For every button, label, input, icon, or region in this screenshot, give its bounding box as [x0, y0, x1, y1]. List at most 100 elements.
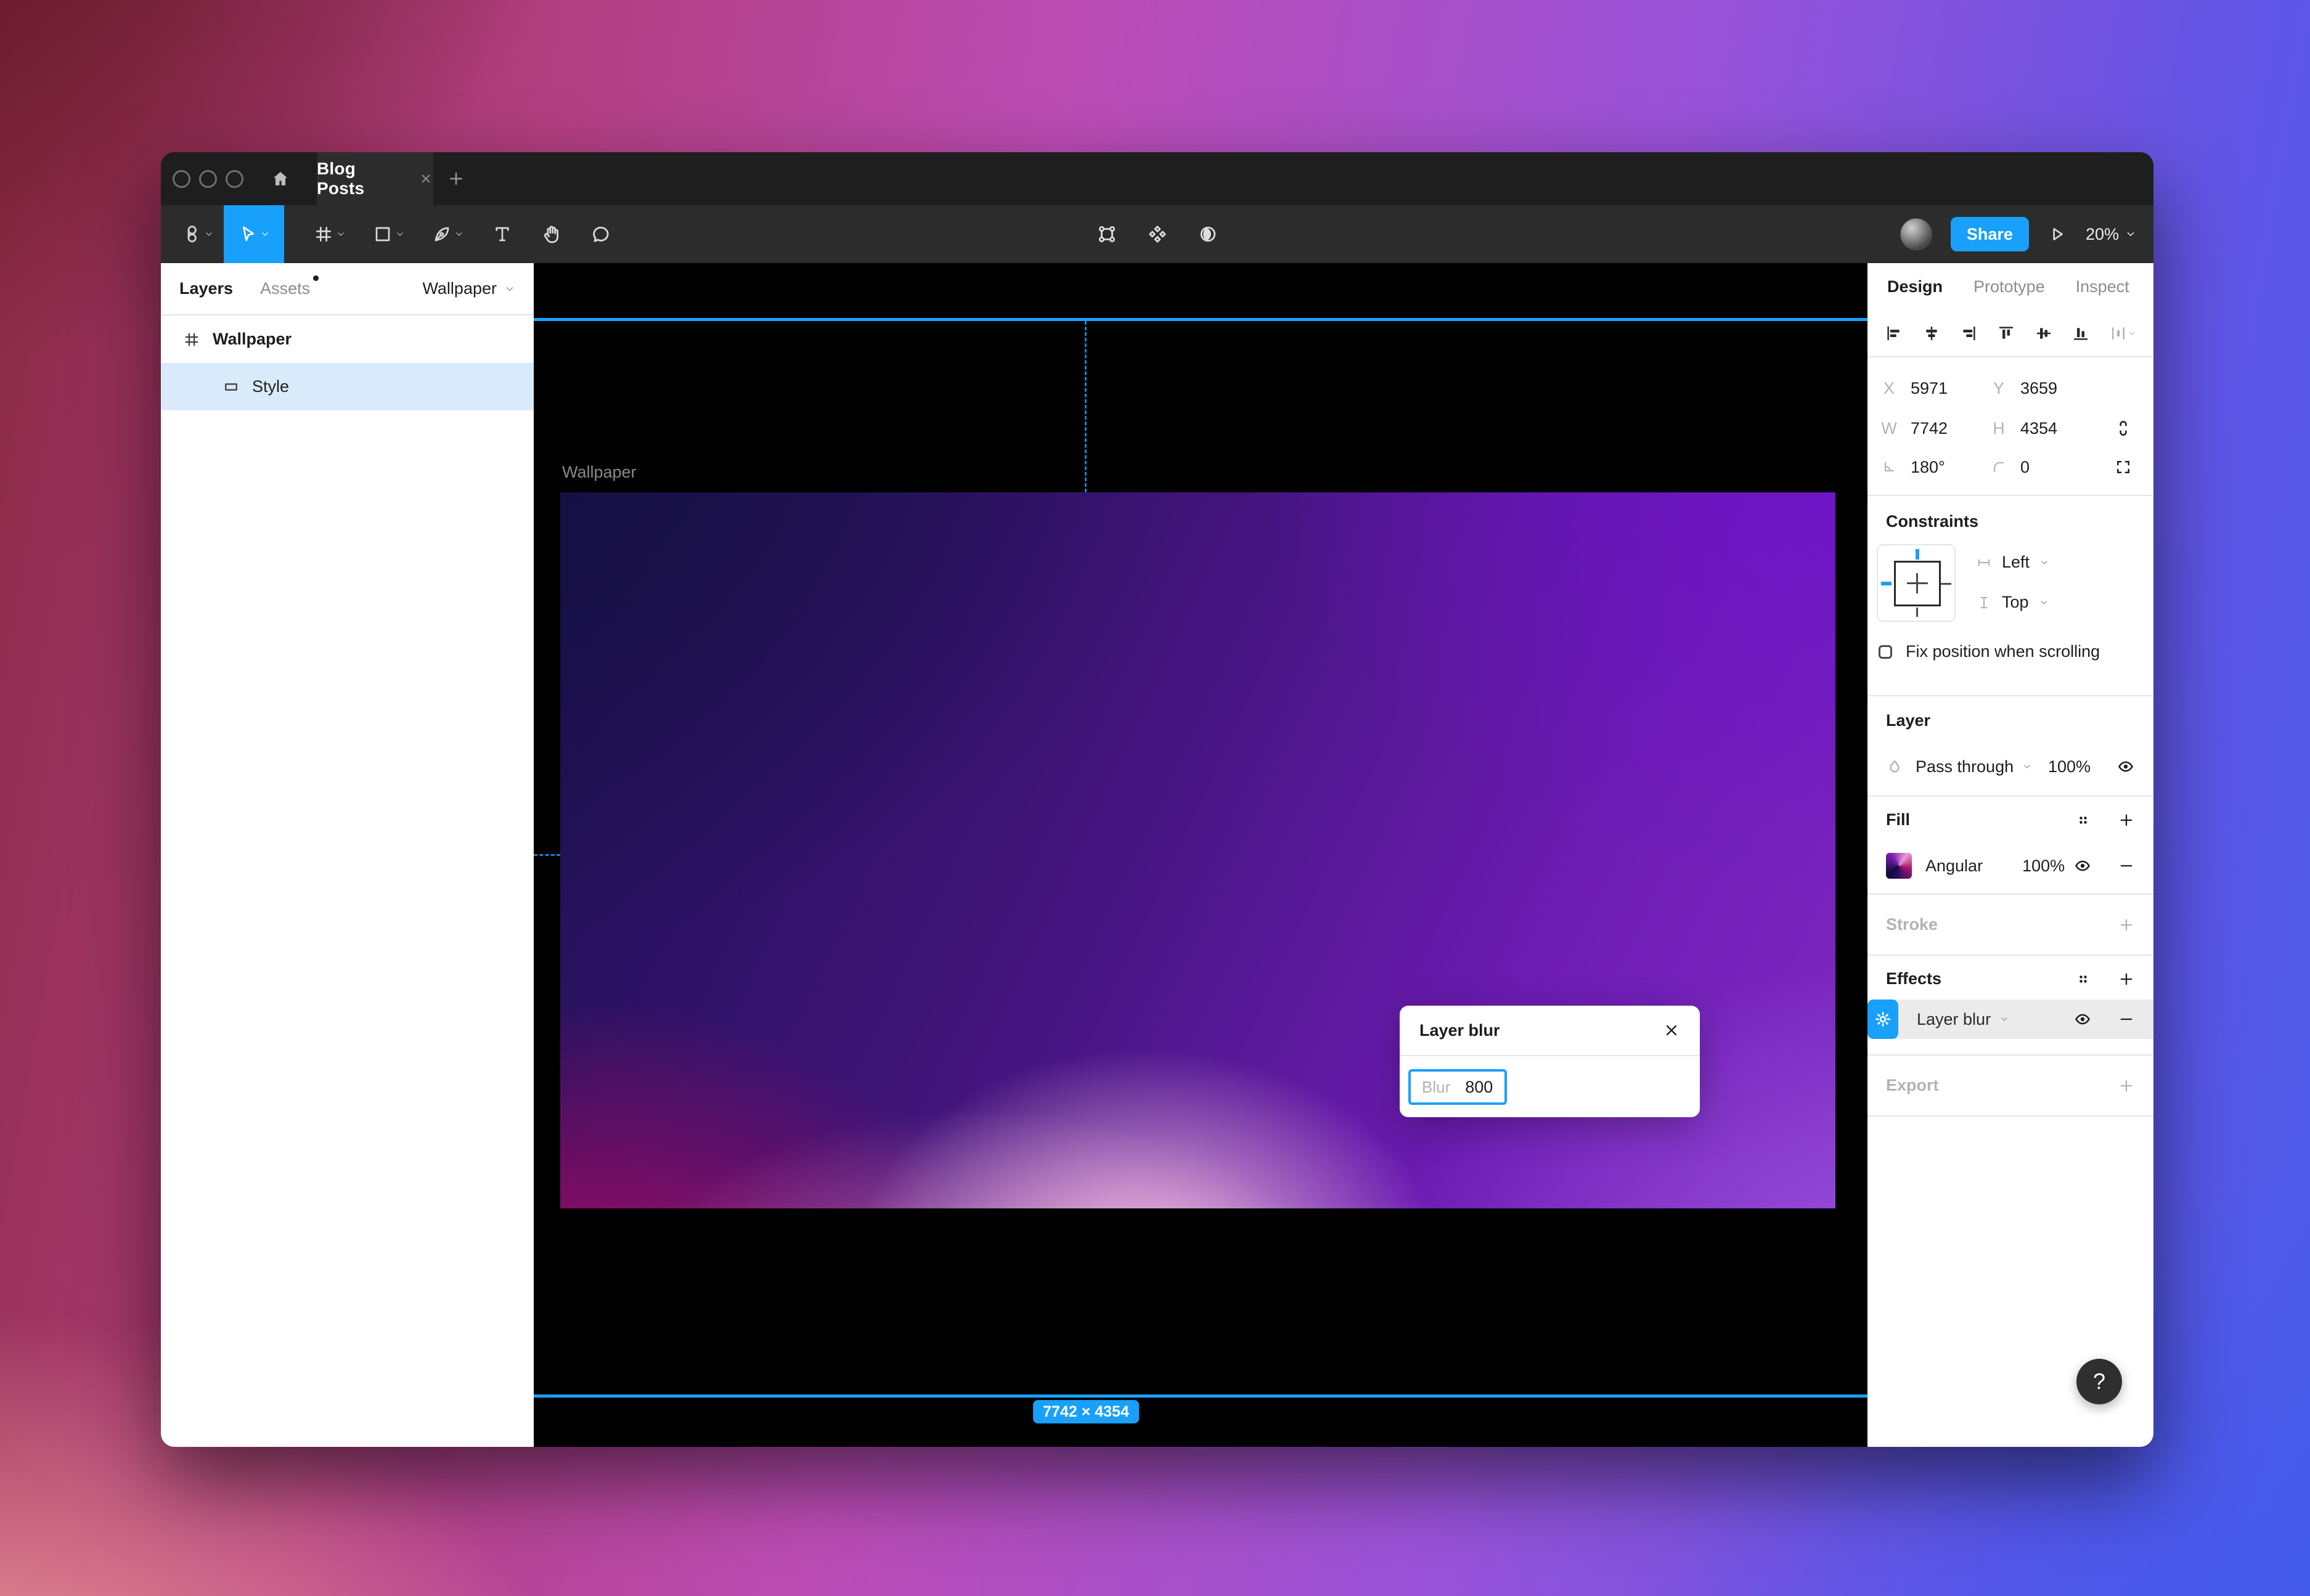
horizontal-constraint-icon [1976, 555, 1992, 571]
fill-visibility-toggle[interactable] [2073, 857, 2092, 875]
maximize-window-button[interactable] [226, 170, 243, 188]
help-button[interactable]: ? [2076, 1359, 2122, 1404]
effect-styles-button[interactable] [2075, 971, 2092, 988]
pen-tool-button[interactable] [418, 205, 478, 263]
corner-radius-icon [1991, 459, 2007, 475]
align-right-button[interactable] [1959, 324, 1978, 343]
new-tab-button[interactable] [433, 152, 479, 205]
constraint-right[interactable] [1941, 583, 1951, 585]
blur-amount-input[interactable]: Blur 800 [1408, 1069, 1507, 1105]
layer-opacity-field[interactable]: 100% [2048, 757, 2091, 776]
export-section: Export [1867, 1056, 2153, 1117]
width-field[interactable]: W 7742 [1867, 419, 1991, 438]
remove-fill-button[interactable] [2118, 857, 2135, 874]
align-vertical-center-button[interactable] [2035, 324, 2053, 343]
plus-icon [2118, 971, 2135, 988]
constraints-widget[interactable] [1877, 544, 1956, 622]
shape-tool-button[interactable] [359, 205, 418, 263]
fill-row[interactable]: Angular 100% [1867, 849, 2153, 883]
close-tab-icon[interactable] [418, 171, 433, 186]
figma-window: Blog Posts [161, 152, 2153, 1447]
constraint-left-active[interactable] [1881, 582, 1892, 585]
constraint-top-active[interactable] [1916, 549, 1919, 560]
height-field[interactable]: H 4354 [1991, 419, 2100, 438]
text-tool-button[interactable] [478, 205, 527, 263]
zoom-menu[interactable]: 20% [2086, 225, 2136, 244]
effect-visibility-toggle[interactable] [2073, 1010, 2092, 1028]
page-selector[interactable]: Wallpaper [422, 279, 515, 298]
blend-mode-select[interactable]: Pass through [1916, 757, 2014, 776]
fill-styles-button[interactable] [2075, 812, 2092, 829]
align-bottom-button[interactable] [2071, 324, 2090, 343]
align-left-button[interactable] [1885, 324, 1903, 343]
tab-blog-posts[interactable]: Blog Posts [317, 152, 433, 205]
tab-assets[interactable]: Assets [260, 279, 310, 298]
canvas-frame-label[interactable]: Wallpaper [562, 463, 637, 482]
vertical-constraint-select[interactable]: Top [1976, 593, 2049, 612]
main-menu-group [161, 205, 221, 263]
y-position-field[interactable]: Y 3659 [1991, 379, 2100, 398]
expand-corners-icon [2114, 458, 2132, 476]
popup-body: Blur 800 [1400, 1056, 1700, 1118]
distribute-menu-button[interactable] [2109, 324, 2136, 343]
canvas[interactable]: Wallpaper 7742 × 4354 Layer blur Blur [534, 263, 1867, 1447]
fill-type[interactable]: Angular [1925, 857, 1983, 876]
avatar[interactable] [1900, 218, 1932, 250]
layer-row-wallpaper[interactable]: Wallpaper [161, 316, 534, 363]
add-export-button[interactable] [2118, 1077, 2135, 1094]
frame-tool-button[interactable] [300, 205, 359, 263]
fix-position-row[interactable]: Fix position when scrolling [1879, 642, 2100, 661]
minimize-window-button[interactable] [199, 170, 217, 188]
close-window-button[interactable] [173, 170, 190, 188]
align-horizontal-center-button[interactable] [1922, 324, 1941, 343]
effect-row-layer-blur[interactable]: Layer blur [1867, 1000, 2153, 1039]
horizontal-constraint-select[interactable]: Left [1976, 553, 2049, 572]
x-position-field[interactable]: X 5971 [1867, 379, 1991, 398]
chevron-down-icon[interactable] [336, 229, 346, 239]
remove-effect-button[interactable] [2118, 1011, 2135, 1028]
create-component-button[interactable] [1147, 205, 1168, 263]
align-top-button[interactable] [1997, 324, 2015, 343]
move-tool-button[interactable] [224, 205, 284, 263]
figma-menu-button[interactable] [174, 205, 221, 263]
add-effect-button[interactable] [2118, 971, 2135, 988]
share-button[interactable]: Share [1951, 217, 2029, 251]
effect-settings-button[interactable] [1867, 1000, 1898, 1039]
use-as-mask-button[interactable] [1198, 205, 1218, 263]
component-icon [1147, 224, 1168, 245]
export-title: Export [1886, 1076, 1939, 1095]
close-icon[interactable] [1663, 1022, 1680, 1039]
independent-corners-button[interactable] [2114, 458, 2153, 476]
add-fill-button[interactable] [2118, 812, 2135, 829]
chevron-down-icon[interactable] [454, 229, 464, 239]
chevron-down-icon[interactable] [395, 229, 405, 239]
h-label: H [1991, 419, 2007, 438]
layer-row-style[interactable]: Style [161, 363, 534, 410]
tab-layers[interactable]: Layers [179, 279, 233, 298]
comment-icon [590, 224, 611, 245]
tab-prototype[interactable]: Prototype [1973, 277, 2045, 296]
fix-position-checkbox[interactable] [1879, 645, 1892, 659]
layer-visibility-toggle[interactable] [2116, 757, 2135, 776]
fill-swatch[interactable] [1886, 853, 1912, 879]
selection-edge-bottom[interactable] [534, 1394, 1867, 1398]
text-icon [492, 224, 512, 244]
hand-tool-button[interactable] [527, 205, 576, 263]
fill-section: Fill Angular 100% [1867, 797, 2153, 895]
fill-opacity-field[interactable]: 100% [2022, 857, 2065, 876]
corner-radius-field[interactable]: 0 [1991, 458, 2100, 477]
edit-object-button[interactable] [1096, 205, 1117, 263]
present-button[interactable] [2047, 205, 2067, 263]
chevron-down-icon[interactable] [260, 229, 270, 239]
constraint-bottom[interactable] [1916, 608, 1918, 617]
comment-tool-button[interactable] [576, 205, 626, 263]
constrain-proportions-toggle[interactable] [2114, 419, 2153, 438]
tab-title: Blog Posts [317, 159, 407, 198]
home-icon[interactable] [270, 152, 291, 205]
selection-edge-top[interactable] [534, 318, 1867, 321]
add-stroke-button[interactable] [2118, 916, 2135, 934]
tab-design[interactable]: Design [1887, 277, 1943, 296]
effect-type-select[interactable]: Layer blur [1917, 1010, 1991, 1029]
rotation-field[interactable]: 180° [1867, 458, 1991, 477]
tab-inspect[interactable]: Inspect [2076, 277, 2129, 296]
